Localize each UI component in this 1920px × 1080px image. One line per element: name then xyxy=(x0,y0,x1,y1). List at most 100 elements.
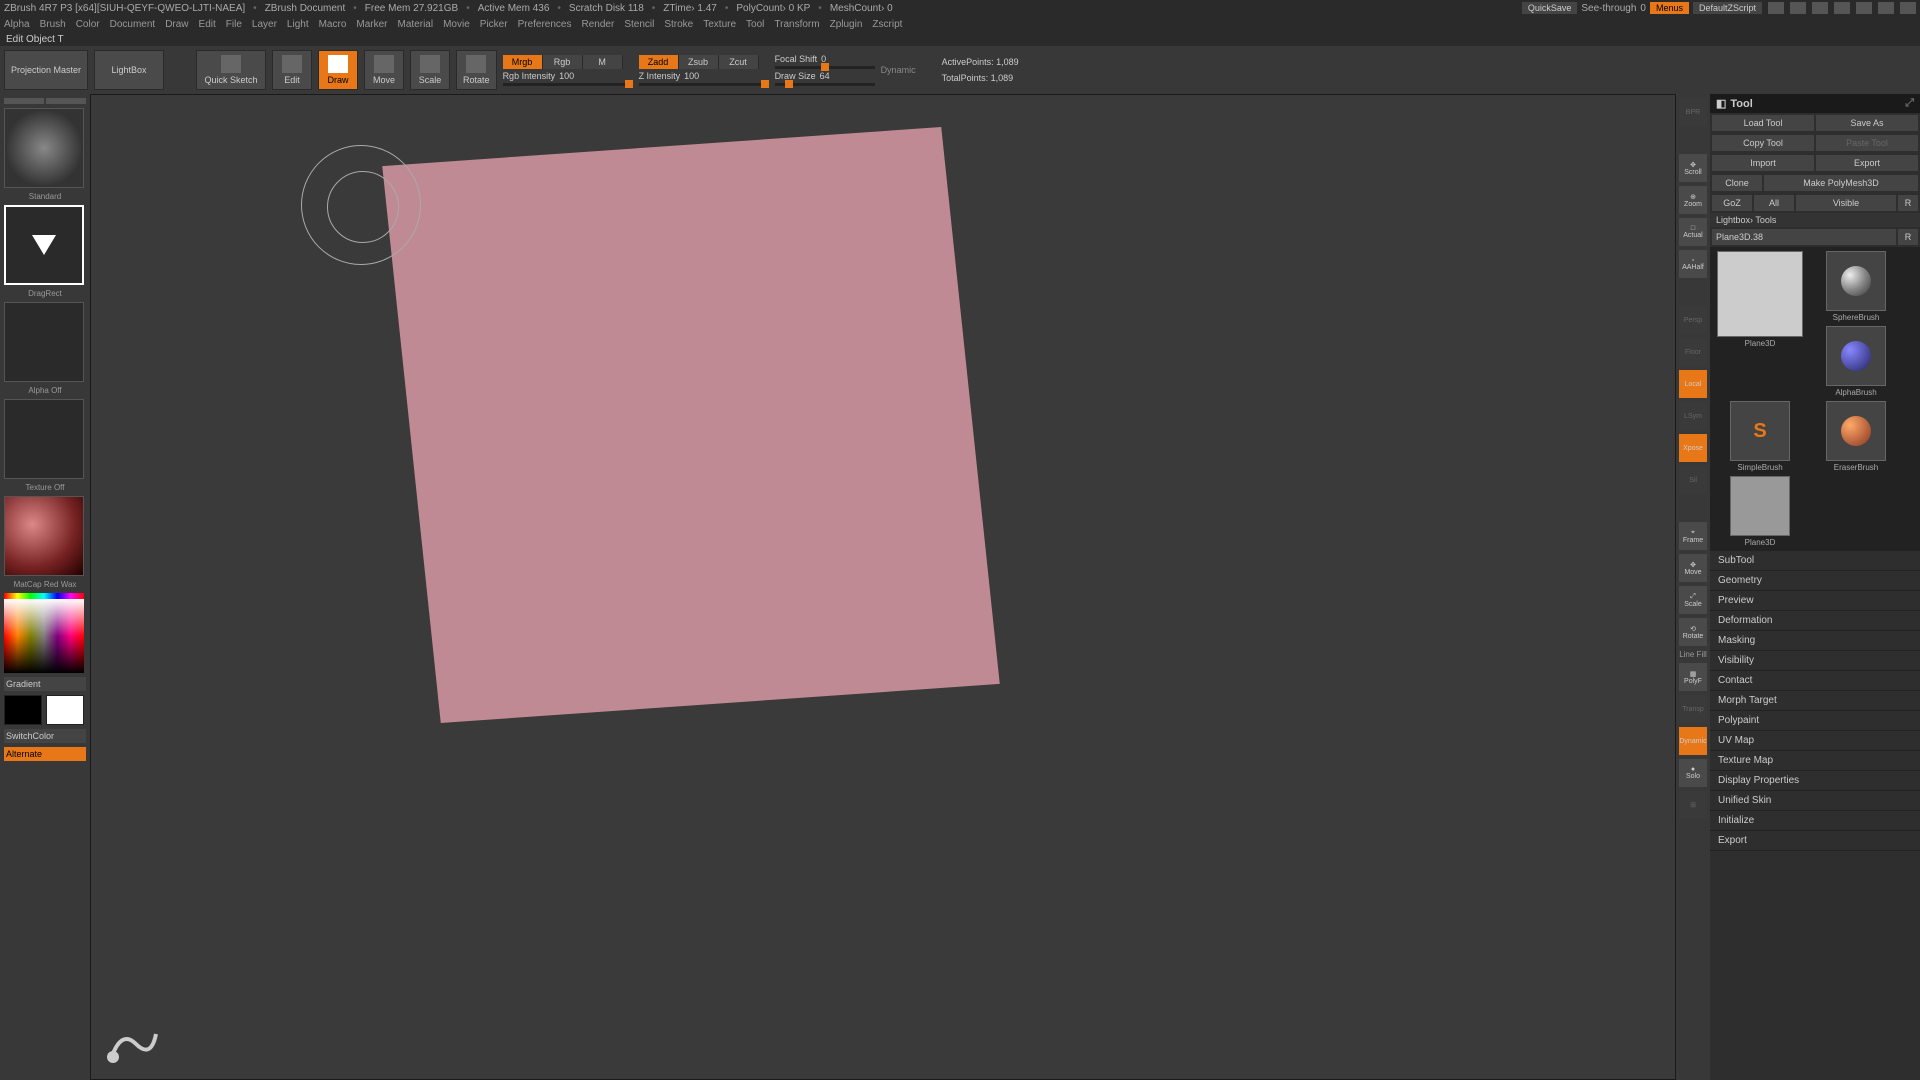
menu-render[interactable]: Render xyxy=(582,19,615,30)
tool-simplebrush[interactable]: S SimpleBrush xyxy=(1714,401,1806,472)
lightbox-tools-button[interactable]: Lightbox› Tools xyxy=(1710,213,1920,227)
zoom-button[interactable]: ⊕Zoom xyxy=(1679,186,1707,214)
goz-visible-button[interactable]: Visible xyxy=(1796,195,1896,211)
save-as-button[interactable]: Save As xyxy=(1816,115,1918,131)
dynamic-toggle[interactable]: Dynamic xyxy=(881,65,916,75)
undock-icon[interactable]: ⤢ xyxy=(1905,97,1914,110)
primary-color-swatch[interactable] xyxy=(46,695,84,725)
solo-button[interactable]: ●Solo xyxy=(1679,759,1707,787)
paste-tool-button[interactable]: Paste Tool xyxy=(1816,135,1918,151)
tool-plane3d-2[interactable]: Plane3D xyxy=(1714,476,1806,547)
material-selector[interactable] xyxy=(4,496,84,576)
brush-selector[interactable] xyxy=(4,108,84,188)
load-tool-button[interactable]: Load Tool xyxy=(1712,115,1814,131)
menu-color[interactable]: Color xyxy=(76,19,100,30)
actual-button[interactable]: □Actual xyxy=(1679,218,1707,246)
menu-transform[interactable]: Transform xyxy=(774,19,819,30)
accordion-export[interactable]: Export xyxy=(1710,831,1920,851)
switchcolor-button[interactable]: SwitchColor xyxy=(4,729,86,743)
mrgb-button[interactable]: Mrgb xyxy=(503,55,543,69)
menu-alpha[interactable]: Alpha xyxy=(4,19,30,30)
accordion-uv-map[interactable]: UV Map xyxy=(1710,731,1920,751)
menu-document[interactable]: Document xyxy=(110,19,156,30)
canvas-move-button[interactable]: ✥Move xyxy=(1679,554,1707,582)
copy-tool-button[interactable]: Copy Tool xyxy=(1712,135,1814,151)
menu-texture[interactable]: Texture xyxy=(703,19,736,30)
menu-edit[interactable]: Edit xyxy=(199,19,216,30)
menu-tool[interactable]: Tool xyxy=(746,19,764,30)
rotate-button[interactable]: Rotate xyxy=(456,50,497,90)
menu-zplugin[interactable]: Zplugin xyxy=(830,19,863,30)
menu-picker[interactable]: Picker xyxy=(480,19,508,30)
accordion-polypaint[interactable]: Polypaint xyxy=(1710,711,1920,731)
draw-size-slider[interactable] xyxy=(775,83,875,86)
frame-button[interactable]: ⌖Frame xyxy=(1679,522,1707,550)
menu-stroke[interactable]: Stroke xyxy=(664,19,693,30)
menu-stencil[interactable]: Stencil xyxy=(624,19,654,30)
dynamic-button[interactable]: Dynamic xyxy=(1679,727,1707,755)
m-button[interactable]: M xyxy=(583,55,623,69)
menu-light[interactable]: Light xyxy=(287,19,309,30)
menu-brush[interactable]: Brush xyxy=(40,19,66,30)
window-btn-2[interactable] xyxy=(1790,2,1806,14)
menu-material[interactable]: Material xyxy=(398,19,434,30)
window-btn-4[interactable] xyxy=(1834,2,1850,14)
accordion-unified-skin[interactable]: Unified Skin xyxy=(1710,791,1920,811)
accordion-geometry[interactable]: Geometry xyxy=(1710,571,1920,591)
quick-sketch-button[interactable]: Quick Sketch xyxy=(196,50,266,90)
scroll-button[interactable]: ✥Scroll xyxy=(1679,154,1707,182)
accordion-preview[interactable]: Preview xyxy=(1710,591,1920,611)
tool-r-button[interactable]: R xyxy=(1898,229,1918,245)
aahalf-button[interactable]: ▫AAHalf xyxy=(1679,250,1707,278)
seethrough-slider[interactable]: See-through xyxy=(1581,3,1636,14)
accordion-masking[interactable]: Masking xyxy=(1710,631,1920,651)
zcut-button[interactable]: Zcut xyxy=(719,55,759,69)
polyf-button[interactable]: ▦PolyF xyxy=(1679,663,1707,691)
window-btn-3[interactable] xyxy=(1812,2,1828,14)
local-button[interactable]: Local xyxy=(1679,370,1707,398)
accordion-initialize[interactable]: Initialize xyxy=(1710,811,1920,831)
edit-button[interactable]: Edit xyxy=(272,50,312,90)
draw-button[interactable]: Draw xyxy=(318,50,358,90)
menu-file[interactable]: File xyxy=(226,19,242,30)
secondary-color-swatch[interactable] xyxy=(4,695,42,725)
sil-button[interactable]: Sil xyxy=(1679,466,1707,494)
floor-button[interactable]: Floor xyxy=(1679,338,1707,366)
accordion-display-properties[interactable]: Display Properties xyxy=(1710,771,1920,791)
menu-macro[interactable]: Macro xyxy=(319,19,347,30)
zadd-button[interactable]: Zadd xyxy=(639,55,679,69)
menus-button[interactable]: Menus xyxy=(1650,2,1689,14)
plane3d-object[interactable] xyxy=(382,127,1000,723)
default-zscript[interactable]: DefaultZScript xyxy=(1693,2,1762,14)
persp-button[interactable]: Persp xyxy=(1679,306,1707,334)
menu-movie[interactable]: Movie xyxy=(443,19,470,30)
window-close[interactable] xyxy=(1900,2,1916,14)
accordion-visibility[interactable]: Visibility xyxy=(1710,651,1920,671)
tool-plane3d[interactable]: Plane3D xyxy=(1714,251,1806,397)
clone-button[interactable]: Clone xyxy=(1712,175,1762,191)
accordion-subtool[interactable]: SubTool xyxy=(1710,551,1920,571)
transp-button[interactable]: Transp xyxy=(1679,695,1707,723)
accordion-morph-target[interactable]: Morph Target xyxy=(1710,691,1920,711)
menu-layer[interactable]: Layer xyxy=(252,19,277,30)
accordion-deformation[interactable]: Deformation xyxy=(1710,611,1920,631)
menu-zscript[interactable]: Zscript xyxy=(872,19,902,30)
lightbox-button[interactable]: LightBox xyxy=(94,50,164,90)
goz-all-button[interactable]: All xyxy=(1754,195,1794,211)
anchor-icon[interactable]: ◧ xyxy=(1716,97,1726,110)
accordion-contact[interactable]: Contact xyxy=(1710,671,1920,691)
rgb-button[interactable]: Rgb xyxy=(543,55,583,69)
scale-button[interactable]: Scale xyxy=(410,50,450,90)
bpr-button[interactable]: BPR xyxy=(1679,98,1707,126)
menu-marker[interactable]: Marker xyxy=(356,19,387,30)
export-button[interactable]: Export xyxy=(1816,155,1918,171)
window-maximize[interactable] xyxy=(1878,2,1894,14)
canvas-rotate-button[interactable]: ⟲Rotate xyxy=(1679,618,1707,646)
goz-button[interactable]: GoZ xyxy=(1712,195,1752,211)
z-intensity-slider[interactable] xyxy=(639,83,769,86)
canvas[interactable] xyxy=(90,94,1676,1080)
quicksave-button[interactable]: QuickSave xyxy=(1522,2,1578,14)
window-btn-1[interactable] xyxy=(1768,2,1784,14)
current-tool-name[interactable]: Plane3D.38 xyxy=(1712,229,1896,245)
menu-draw[interactable]: Draw xyxy=(165,19,188,30)
